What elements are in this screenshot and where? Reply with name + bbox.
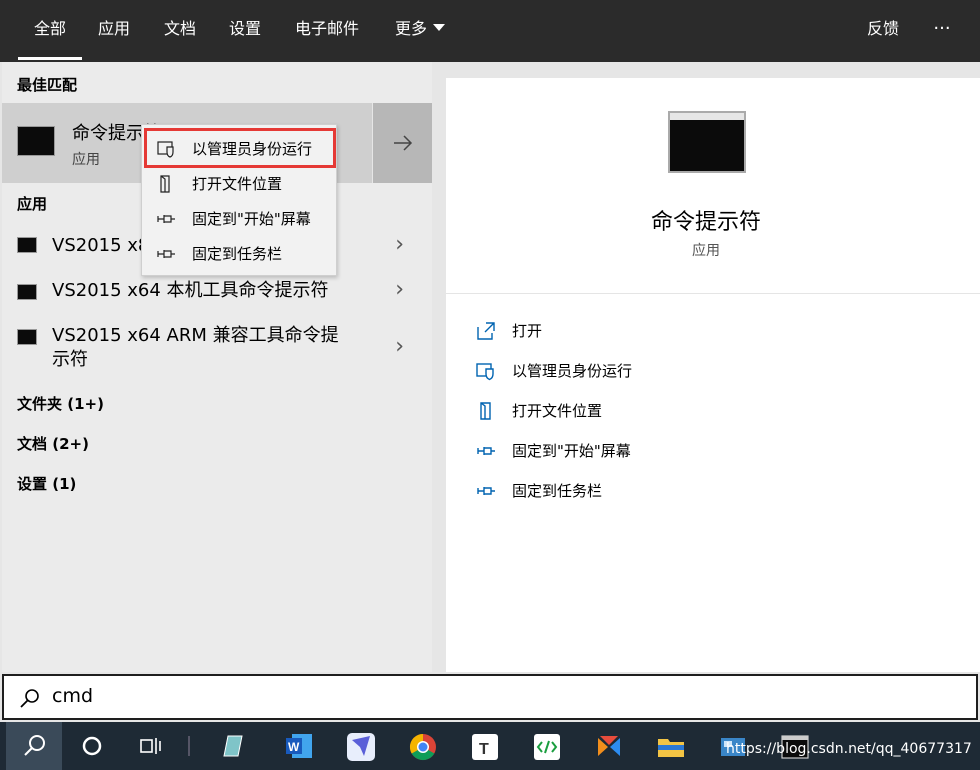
context-pin-to-start[interactable]: 固定到"开始"屏幕 bbox=[142, 201, 336, 237]
context-menu: 以管理员身份运行 打开文件位置 固定到"开始"屏幕 固定到任务栏 bbox=[141, 124, 337, 276]
action-label: 打开文件位置 bbox=[512, 402, 603, 420]
action-label: 打开 bbox=[512, 322, 543, 340]
search-input[interactable]: cmd bbox=[52, 685, 93, 707]
chrome-icon bbox=[409, 733, 436, 761]
svg-text:W: W bbox=[288, 740, 300, 754]
action-label: 固定到任务栏 bbox=[512, 482, 603, 500]
svg-text:T: T bbox=[479, 741, 489, 758]
taskbar-search-button[interactable] bbox=[6, 722, 62, 770]
app-icon bbox=[347, 733, 375, 761]
tab-apps[interactable]: 应用 bbox=[90, 0, 138, 60]
notepad-app-icon bbox=[223, 735, 243, 757]
category-folders[interactable]: 文件夹 (1+) bbox=[17, 393, 104, 414]
command-prompt-icon bbox=[17, 237, 37, 253]
taskbar-file-explorer[interactable] bbox=[642, 722, 698, 770]
file-explorer-icon bbox=[658, 739, 684, 757]
search-box[interactable]: cmd bbox=[2, 674, 978, 720]
taskbar-typora[interactable]: T bbox=[456, 722, 512, 770]
best-match-type: 应用 bbox=[72, 152, 100, 168]
tab-documents[interactable]: 文档 bbox=[156, 0, 204, 60]
apps-heading: 应用 bbox=[17, 195, 48, 213]
best-match-heading: 最佳匹配 bbox=[17, 76, 78, 94]
taskbar-word[interactable]: W bbox=[270, 722, 326, 770]
xmind-icon bbox=[598, 736, 620, 756]
action-label: 固定到"开始"屏幕 bbox=[512, 442, 631, 460]
task-view-icon bbox=[140, 738, 161, 754]
taskbar-chrome[interactable] bbox=[394, 722, 450, 770]
taskbar-cortana-button[interactable] bbox=[64, 722, 120, 770]
command-prompt-icon bbox=[17, 329, 37, 345]
preview-subtitle: 应用 bbox=[692, 243, 720, 259]
action-run-as-admin[interactable]: 以管理员身份运行 bbox=[476, 358, 632, 384]
tab-all[interactable]: 全部 bbox=[18, 0, 82, 60]
taskbar-xmind[interactable] bbox=[580, 722, 636, 770]
open-icon bbox=[477, 322, 495, 340]
word-icon: W bbox=[286, 734, 312, 758]
code-editor-icon bbox=[534, 734, 560, 760]
action-pin-to-start[interactable]: 固定到"开始"屏幕 bbox=[476, 438, 631, 464]
feedback-button[interactable]: 反馈 bbox=[856, 0, 910, 60]
highlight-box bbox=[144, 128, 336, 168]
preview-pane: 命令提示符 应用 打开 以管理员身份运行 打开文件位置 固定到"开始"屏幕 固定… bbox=[446, 78, 980, 672]
chevron-right-icon: › bbox=[395, 334, 404, 359]
chevron-right-icon: › bbox=[395, 232, 404, 257]
pin-icon bbox=[157, 215, 175, 223]
command-prompt-icon bbox=[668, 111, 746, 173]
taskbar-app[interactable] bbox=[332, 722, 388, 770]
category-settings[interactable]: 设置 (1) bbox=[17, 473, 76, 494]
chevron-down-icon bbox=[433, 24, 445, 31]
context-open-file-location[interactable]: 打开文件位置 bbox=[142, 166, 336, 202]
shield-icon bbox=[476, 363, 494, 381]
command-prompt-icon bbox=[17, 284, 37, 300]
action-open[interactable]: 打开 bbox=[476, 318, 542, 344]
action-open-file-location[interactable]: 打开文件位置 bbox=[476, 398, 602, 424]
more-options-button[interactable]: ··· bbox=[920, 0, 964, 60]
watermark-url: https://blog.csdn.net/qq_40677317 bbox=[726, 741, 972, 757]
preview-title: 命令提示符 bbox=[650, 210, 761, 235]
typora-icon: T bbox=[472, 734, 498, 760]
tab-more-label: 更多 bbox=[394, 19, 427, 38]
chevron-right-icon: › bbox=[395, 277, 404, 302]
category-documents[interactable]: 文档 (2+) bbox=[17, 433, 89, 454]
file-icon bbox=[480, 402, 491, 420]
search-scope-bar: 全部 应用 文档 设置 电子邮件 更多 反馈 ··· bbox=[0, 0, 980, 62]
context-item-label: 固定到"开始"屏幕 bbox=[192, 210, 311, 228]
divider bbox=[446, 293, 980, 294]
tab-email[interactable]: 电子邮件 bbox=[288, 0, 366, 60]
context-pin-to-taskbar[interactable]: 固定到任务栏 bbox=[142, 236, 336, 272]
taskbar-divider bbox=[188, 736, 190, 756]
app-list-item[interactable]: VS2015 x64 本机工具命令提示符 › bbox=[2, 277, 432, 315]
pin-icon bbox=[477, 487, 495, 495]
arrow-right-icon bbox=[394, 135, 413, 151]
window-titlebar bbox=[670, 113, 744, 120]
search-icon bbox=[24, 735, 45, 756]
tab-settings[interactable]: 设置 bbox=[221, 0, 269, 60]
app-label: VS2015 x64 本机工具命令提示符 bbox=[52, 280, 329, 301]
taskbar-task-view-button[interactable] bbox=[122, 722, 178, 770]
open-details-button[interactable] bbox=[372, 103, 432, 183]
taskbar-app[interactable] bbox=[206, 722, 262, 770]
action-label: 以管理员身份运行 bbox=[512, 362, 633, 380]
context-item-label: 固定到任务栏 bbox=[192, 245, 283, 263]
search-icon bbox=[20, 689, 39, 708]
cortana-icon bbox=[82, 736, 102, 756]
taskbar: W T https://blog.csdn.net/qq_40677317 bbox=[0, 722, 980, 770]
tab-more[interactable]: 更多 bbox=[384, 0, 456, 60]
pin-icon bbox=[477, 447, 495, 455]
context-item-label: 打开文件位置 bbox=[192, 175, 283, 193]
app-label: VS2015 x64 ARM 兼容工具命令提示符 bbox=[52, 325, 339, 370]
action-pin-to-taskbar[interactable]: 固定到任务栏 bbox=[476, 478, 602, 504]
file-icon bbox=[160, 175, 170, 193]
taskbar-code-editor[interactable] bbox=[518, 722, 574, 770]
app-list-item[interactable]: VS2015 x64 ARM 兼容工具命令提示符 › bbox=[2, 322, 432, 378]
command-prompt-icon bbox=[17, 126, 55, 156]
pin-icon bbox=[157, 250, 175, 258]
